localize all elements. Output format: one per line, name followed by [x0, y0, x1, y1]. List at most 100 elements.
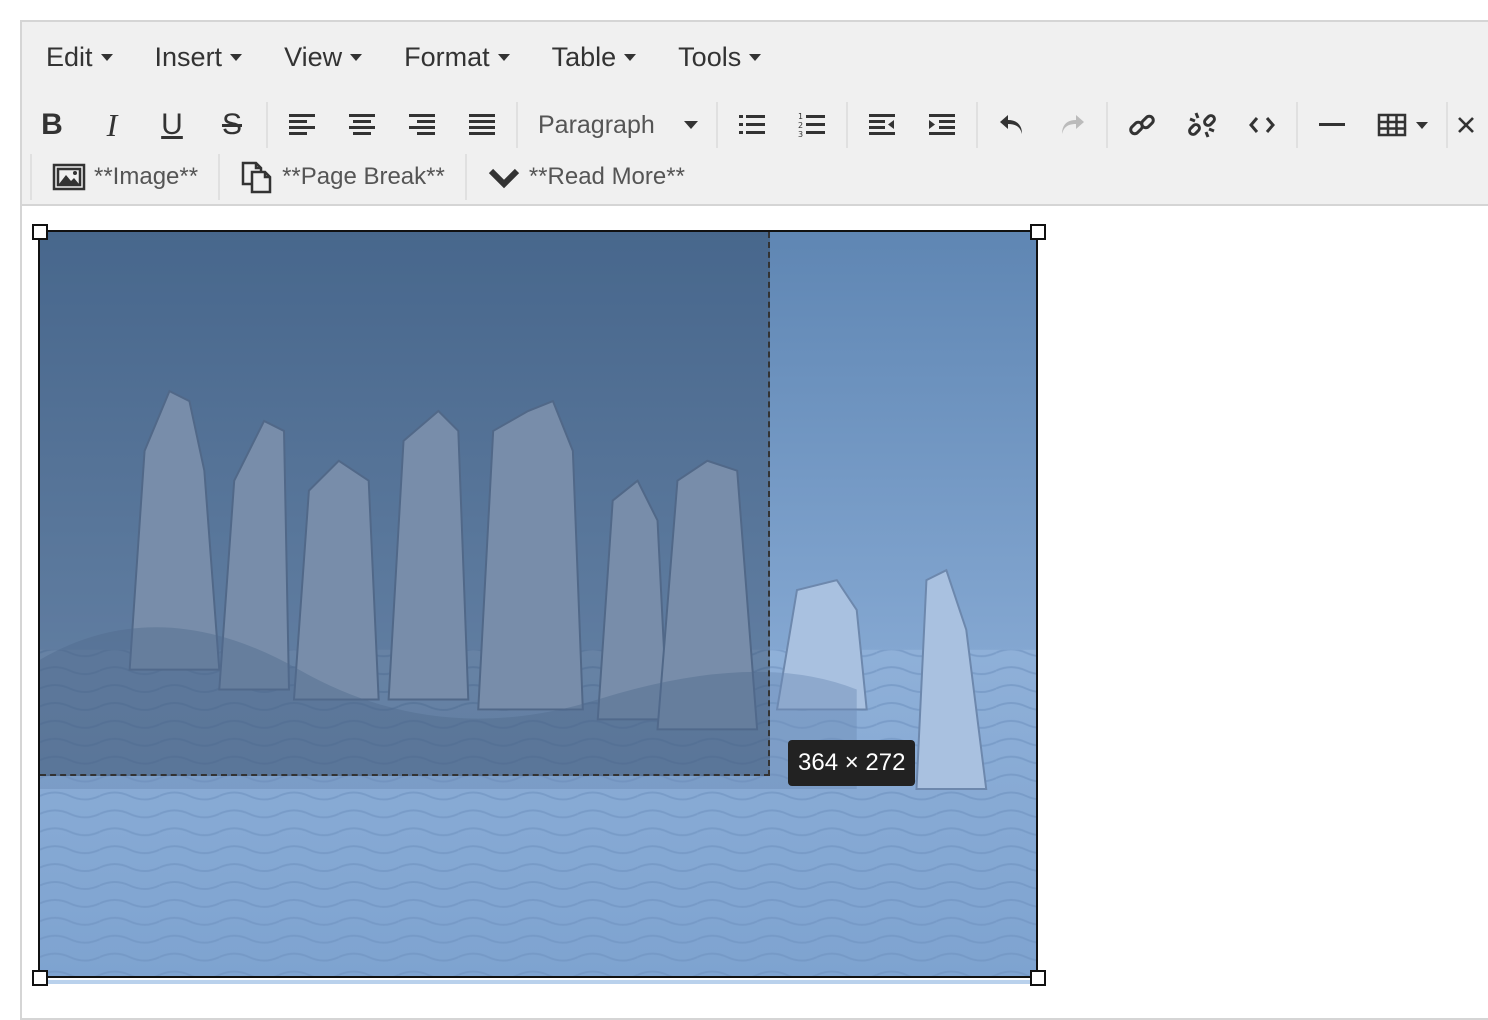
desert-rock-image	[40, 232, 1036, 976]
align-left-button[interactable]	[272, 100, 332, 150]
toolbar-separator	[716, 102, 718, 148]
selected-image[interactable]	[38, 230, 1038, 978]
toolbar-row-1: B I U S Paragraph 1 2 3	[22, 98, 1488, 152]
block-format-value: Paragraph	[538, 110, 655, 139]
menu-edit[interactable]: Edit	[34, 32, 125, 82]
toolbar: B I U S Paragraph 1 2 3 **Image** **Page…	[22, 92, 1488, 206]
horizontal-rule-icon	[1319, 123, 1345, 126]
menu-format-label: Format	[404, 41, 490, 72]
indent-button[interactable]	[912, 100, 972, 150]
code-button[interactable]	[1232, 100, 1292, 150]
numbered-list-icon: 123	[798, 112, 825, 139]
menu-table-label: Table	[551, 41, 617, 72]
link-button[interactable]	[1112, 100, 1172, 150]
unlink-icon	[1188, 112, 1216, 138]
close-icon	[1458, 117, 1474, 133]
caret-down-icon	[1416, 121, 1428, 129]
caret-down-icon	[684, 121, 698, 129]
align-center-icon	[349, 114, 375, 135]
menu-table[interactable]: Table	[540, 32, 649, 82]
align-left-icon	[289, 114, 315, 135]
redo-button[interactable]	[1042, 100, 1102, 150]
caret-down-icon	[230, 53, 243, 61]
undo-button[interactable]	[982, 100, 1042, 150]
selection-underline	[40, 980, 1040, 984]
indent-icon	[929, 114, 955, 135]
resize-handle-top-right[interactable]	[1030, 224, 1046, 240]
close-button[interactable]	[1452, 100, 1482, 150]
caret-down-icon	[350, 53, 363, 61]
menu-tools[interactable]: Tools	[666, 32, 773, 82]
svg-text:1: 1	[798, 112, 803, 121]
strikethrough-button[interactable]: S	[202, 100, 262, 150]
toolbar-separator	[30, 154, 32, 200]
undo-icon	[1000, 115, 1022, 134]
bold-icon: B	[41, 108, 63, 141]
read-more-button[interactable]: **Read More**	[471, 154, 701, 200]
toolbar-separator	[266, 102, 268, 148]
toolbar-separator	[464, 154, 467, 200]
chevron-down-icon	[488, 168, 519, 189]
resize-handle-bottom-right[interactable]	[1030, 970, 1046, 986]
outdent-icon	[869, 114, 895, 135]
caret-down-icon	[624, 53, 637, 61]
bullet-list-button[interactable]	[722, 100, 782, 150]
resize-handle-bottom-left[interactable]	[32, 970, 48, 986]
link-icon	[1129, 114, 1155, 136]
align-right-icon	[409, 114, 435, 135]
bold-button[interactable]: B	[22, 100, 82, 150]
bullet-list-icon	[739, 115, 765, 134]
editor-content[interactable]: 364 × 272	[22, 206, 1488, 1018]
toolbar-separator	[846, 102, 848, 148]
redo-icon	[1062, 115, 1084, 134]
insert-image-label: **Image**	[94, 163, 199, 190]
toolbar-separator	[1106, 102, 1108, 148]
menu-view[interactable]: View	[272, 32, 374, 82]
image-icon	[52, 163, 86, 191]
copy-icon	[241, 161, 272, 194]
toolbar-row-2: **Image** **Page Break** **Read More**	[22, 152, 1488, 202]
strikethrough-icon: S	[221, 108, 242, 141]
horizontal-rule-button[interactable]	[1302, 100, 1362, 150]
menu-insert[interactable]: Insert	[143, 32, 255, 82]
menu-format[interactable]: Format	[392, 32, 522, 82]
align-right-button[interactable]	[392, 100, 452, 150]
page-break-label: **Page Break**	[282, 163, 445, 190]
svg-text:3: 3	[798, 130, 803, 139]
unlink-button[interactable]	[1172, 100, 1232, 150]
italic-button[interactable]: I	[82, 100, 142, 150]
resize-dimensions-text: 364 × 272	[798, 749, 906, 776]
page-break-button[interactable]: **Page Break**	[224, 154, 461, 200]
insert-image-button[interactable]: **Image**	[36, 154, 214, 200]
menu-edit-label: Edit	[46, 41, 93, 72]
numbered-list-button[interactable]: 123	[782, 100, 842, 150]
italic-icon: I	[106, 106, 118, 143]
toolbar-separator	[976, 102, 978, 148]
toolbar-separator	[1446, 102, 1448, 148]
read-more-label: **Read More**	[528, 163, 685, 190]
caret-down-icon	[497, 53, 510, 61]
resize-dimensions-tooltip: 364 × 272	[788, 740, 916, 786]
align-justify-button[interactable]	[452, 100, 512, 150]
caret-down-icon	[100, 53, 113, 61]
rich-text-editor: Edit Insert View Format Table Tools B I …	[20, 20, 1488, 1020]
align-justify-icon	[469, 114, 495, 135]
toolbar-separator	[218, 154, 221, 200]
outdent-button[interactable]	[852, 100, 912, 150]
menu-tools-label: Tools	[678, 41, 742, 72]
toolbar-separator	[1296, 102, 1298, 148]
align-center-button[interactable]	[332, 100, 392, 150]
menu-insert-label: Insert	[154, 41, 223, 72]
code-icon	[1249, 117, 1275, 133]
block-format-select[interactable]: Paragraph	[522, 100, 712, 150]
caret-down-icon	[749, 53, 762, 61]
resize-handle-top-left[interactable]	[32, 224, 48, 240]
table-button[interactable]	[1362, 100, 1442, 150]
menubar: Edit Insert View Format Table Tools	[22, 22, 1488, 92]
svg-text:2: 2	[798, 121, 803, 130]
menu-view-label: View	[284, 41, 343, 72]
toolbar-separator	[516, 102, 518, 148]
underline-button[interactable]: U	[142, 100, 202, 150]
underline-icon: U	[161, 108, 183, 141]
table-icon	[1377, 113, 1407, 137]
